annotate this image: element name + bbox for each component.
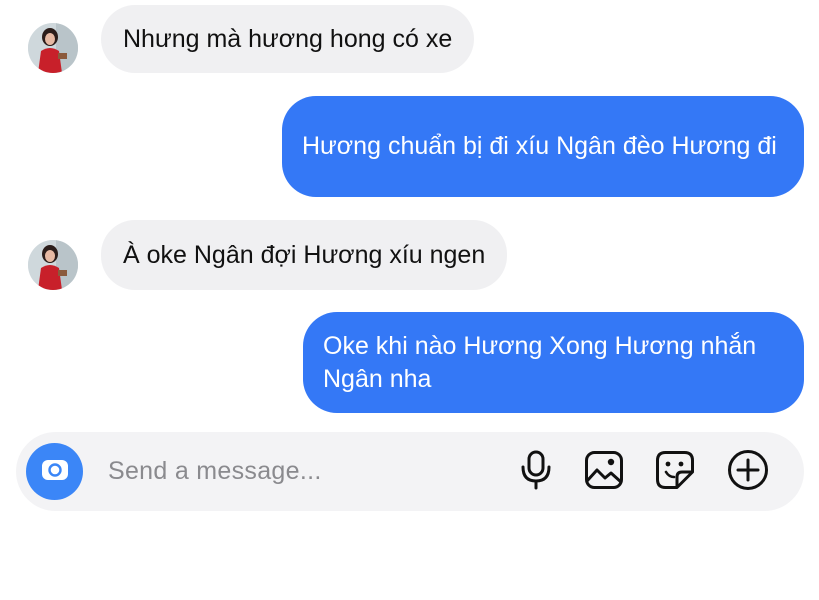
gallery-icon [584, 450, 624, 495]
message-text: Hương chuẩn bị đi xíu Ngân đèo Hương đi [302, 132, 777, 160]
plus-circle-icon [727, 449, 769, 496]
voice-message-button[interactable] [514, 450, 558, 494]
message-input[interactable] [108, 452, 488, 490]
camera-icon [40, 456, 70, 487]
more-options-button[interactable] [726, 449, 770, 496]
message-text: Nhưng mà hương hong có xe [123, 25, 453, 53]
message-text: À oke Ngân đợi Hương xíu ngen [123, 241, 486, 269]
microphone-icon [519, 450, 553, 495]
outgoing-message-bubble[interactable]: Oke khi nào Hương Xong Hương nhắn Ngân n… [303, 312, 804, 413]
message-text-line: Ngân nha [323, 365, 432, 393]
contact-avatar[interactable] [28, 240, 78, 290]
camera-button[interactable] [26, 443, 83, 500]
incoming-message-bubble[interactable]: Nhưng mà hương hong có xe [101, 5, 475, 73]
outgoing-message-bubble[interactable]: Hương chuẩn bị đi xíu Ngân đèo Hương đi [282, 96, 804, 197]
gallery-button[interactable] [582, 450, 626, 494]
message-text-line: Oke khi nào Hương Xong Hương nhắn [323, 332, 757, 360]
chat-screen: Nhưng mà hương hong có xe Hương chuẩn bị… [0, 0, 819, 600]
contact-avatar[interactable] [28, 23, 78, 73]
message-composer [16, 432, 804, 511]
sticker-icon [655, 450, 695, 495]
incoming-message-bubble[interactable]: À oke Ngân đợi Hương xíu ngen [101, 220, 508, 290]
sticker-button[interactable] [653, 450, 697, 494]
